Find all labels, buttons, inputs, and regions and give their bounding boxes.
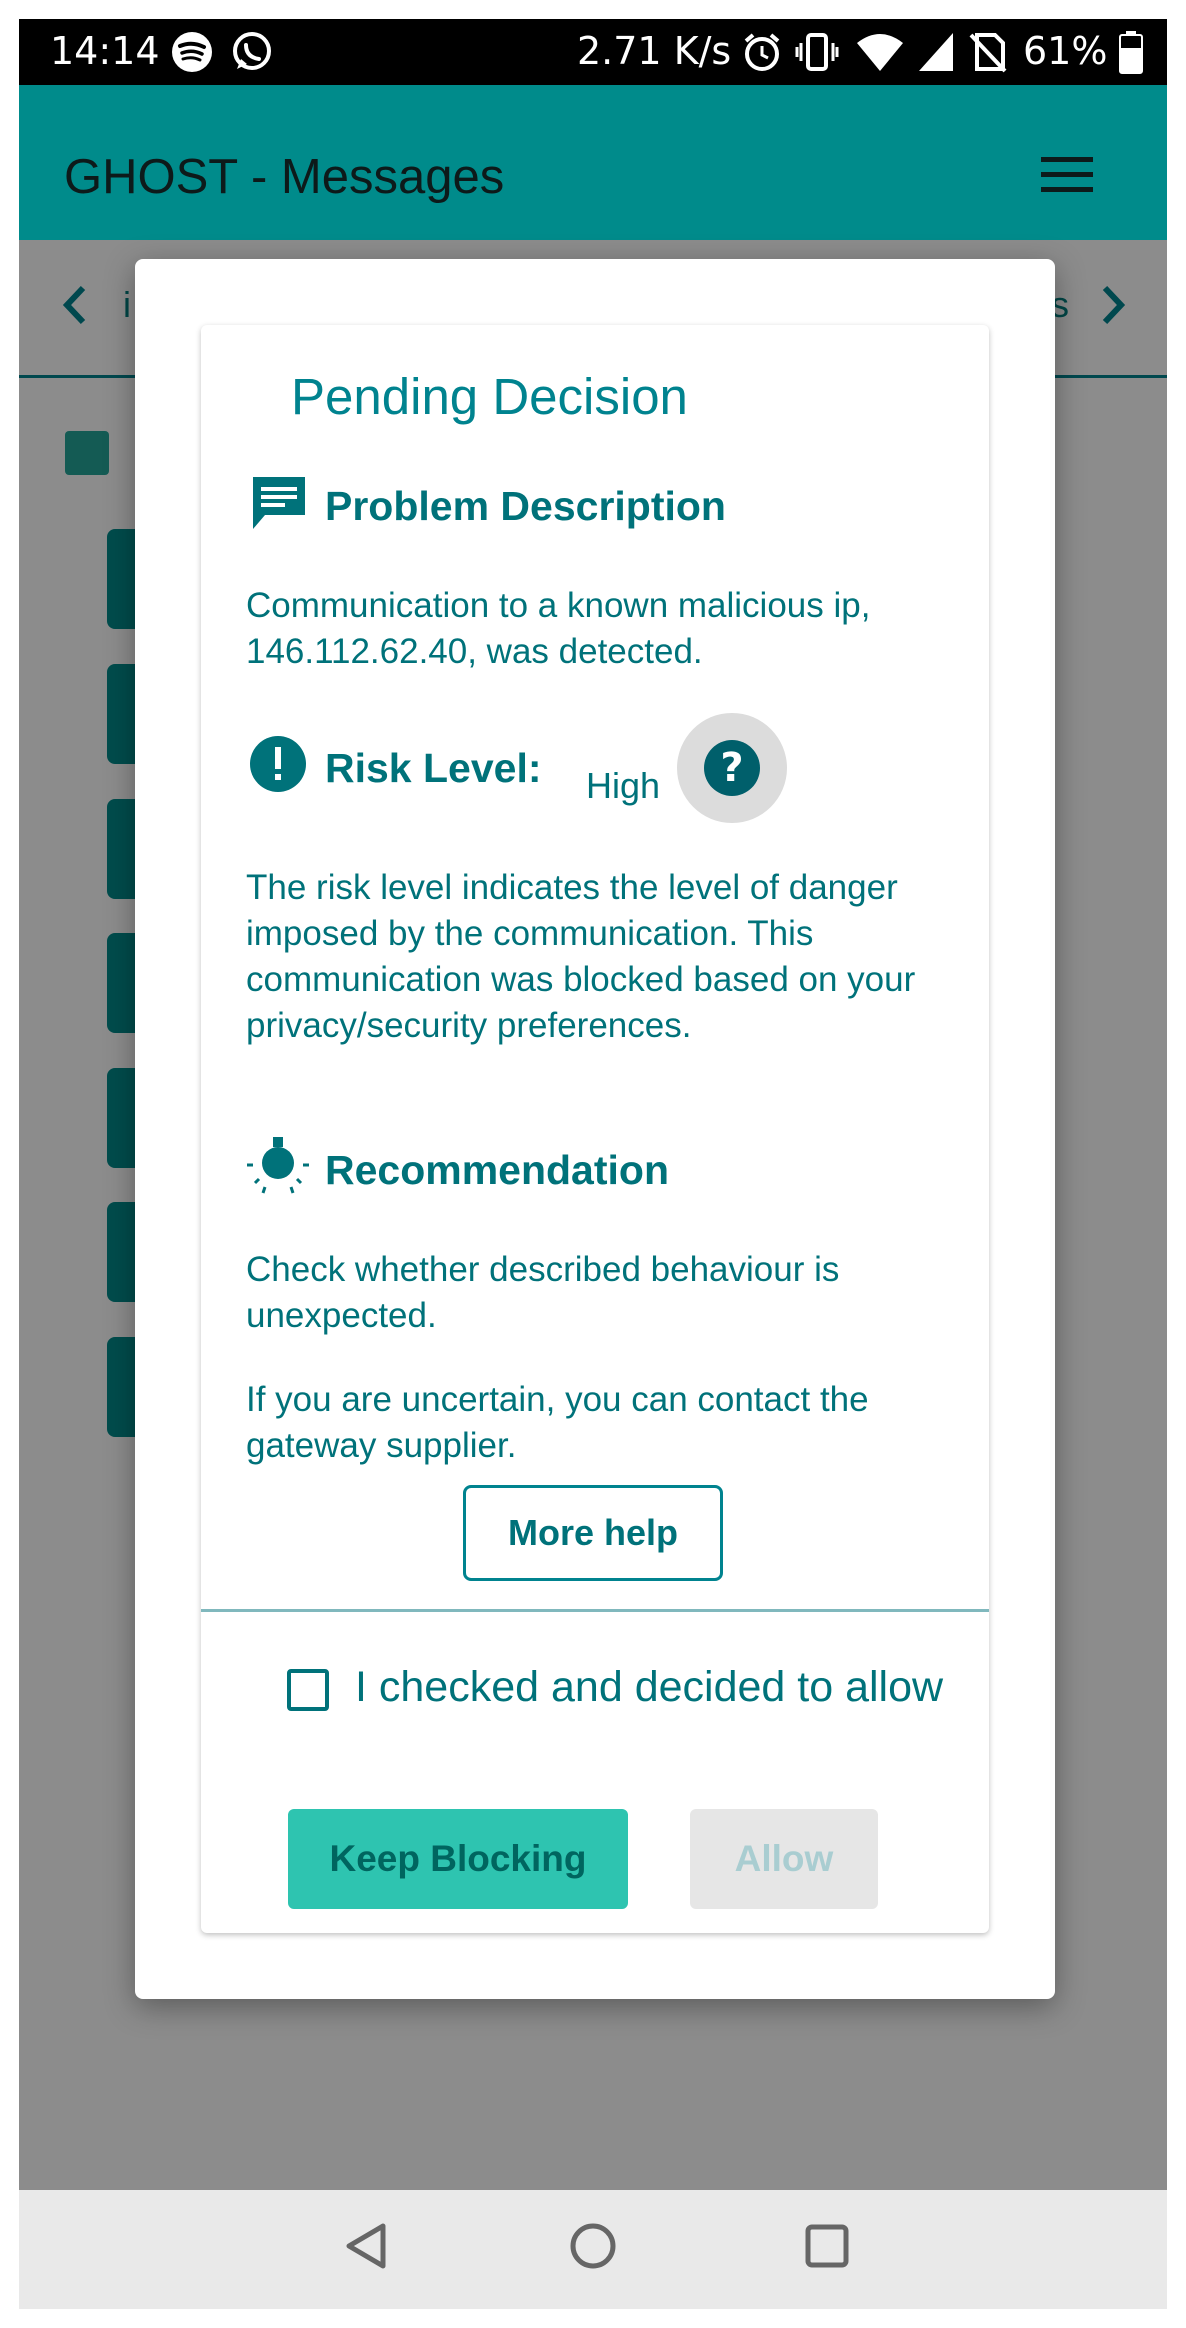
- navigation-bar: [19, 2190, 1167, 2309]
- problem-title: Problem Description: [325, 483, 726, 529]
- back-icon[interactable]: [339, 2218, 395, 2274]
- recommendation-title: Recommendation: [325, 1147, 669, 1193]
- wifi-icon: [857, 34, 903, 71]
- keep-blocking-button[interactable]: Keep Blocking: [288, 1809, 628, 1909]
- app-bar: GHOST - Messages: [19, 85, 1167, 240]
- recommendation-text: Check whether described behaviour is une…: [246, 1250, 840, 1335]
- status-bar: 14:14 2.71 K/s 61%: [19, 19, 1167, 85]
- battery-icon: [1119, 31, 1143, 74]
- more-help-button[interactable]: More help: [463, 1485, 723, 1581]
- risk-value: High: [586, 765, 661, 806]
- alarm-icon: [744, 33, 780, 71]
- phone-screen: 14:14 2.71 K/s 61% GHOST - Messages i s …: [19, 19, 1167, 2309]
- divider: [201, 1609, 989, 1612]
- whatsapp-icon: [233, 32, 271, 70]
- allow-checkbox-label[interactable]: I checked and decided to allow: [355, 1663, 943, 1712]
- recents-icon[interactable]: [799, 2218, 855, 2274]
- decision-card: Pending Decision Problem Description Com…: [201, 325, 989, 1933]
- vibrate-icon: [795, 33, 839, 71]
- risk-help-button[interactable]: ?: [677, 713, 787, 823]
- problem-text: Communication to a known malicious ip, 1…: [246, 586, 871, 671]
- hamburger-menu-icon[interactable]: [1041, 155, 1093, 195]
- message-icon: [253, 477, 305, 529]
- risk-title: Risk Level:: [325, 745, 542, 791]
- pending-decision-dialog: Pending Decision Problem Description Com…: [135, 259, 1055, 1999]
- home-icon[interactable]: [565, 2218, 621, 2274]
- recommendation-contact-text: If you are uncertain, you can contact th…: [246, 1380, 869, 1465]
- network-rate: 2.71 K/s: [577, 29, 732, 73]
- exclamation-icon: [250, 736, 306, 792]
- allow-button[interactable]: Allow: [690, 1809, 878, 1909]
- status-time: 14:14: [50, 29, 160, 73]
- question-icon: ?: [704, 740, 760, 796]
- dialog-heading: Pending Decision: [291, 368, 688, 425]
- app-title: GHOST - Messages: [64, 150, 505, 204]
- risk-explanation: The risk level indicates the level of da…: [246, 868, 916, 1045]
- no-sim-icon: [969, 33, 1007, 73]
- lightbulb-icon: [247, 1137, 309, 1194]
- spotify-icon: [172, 32, 212, 72]
- signal-icon: [919, 33, 953, 71]
- battery-percent: 61%: [1023, 29, 1108, 73]
- allow-checkbox[interactable]: [287, 1669, 329, 1711]
